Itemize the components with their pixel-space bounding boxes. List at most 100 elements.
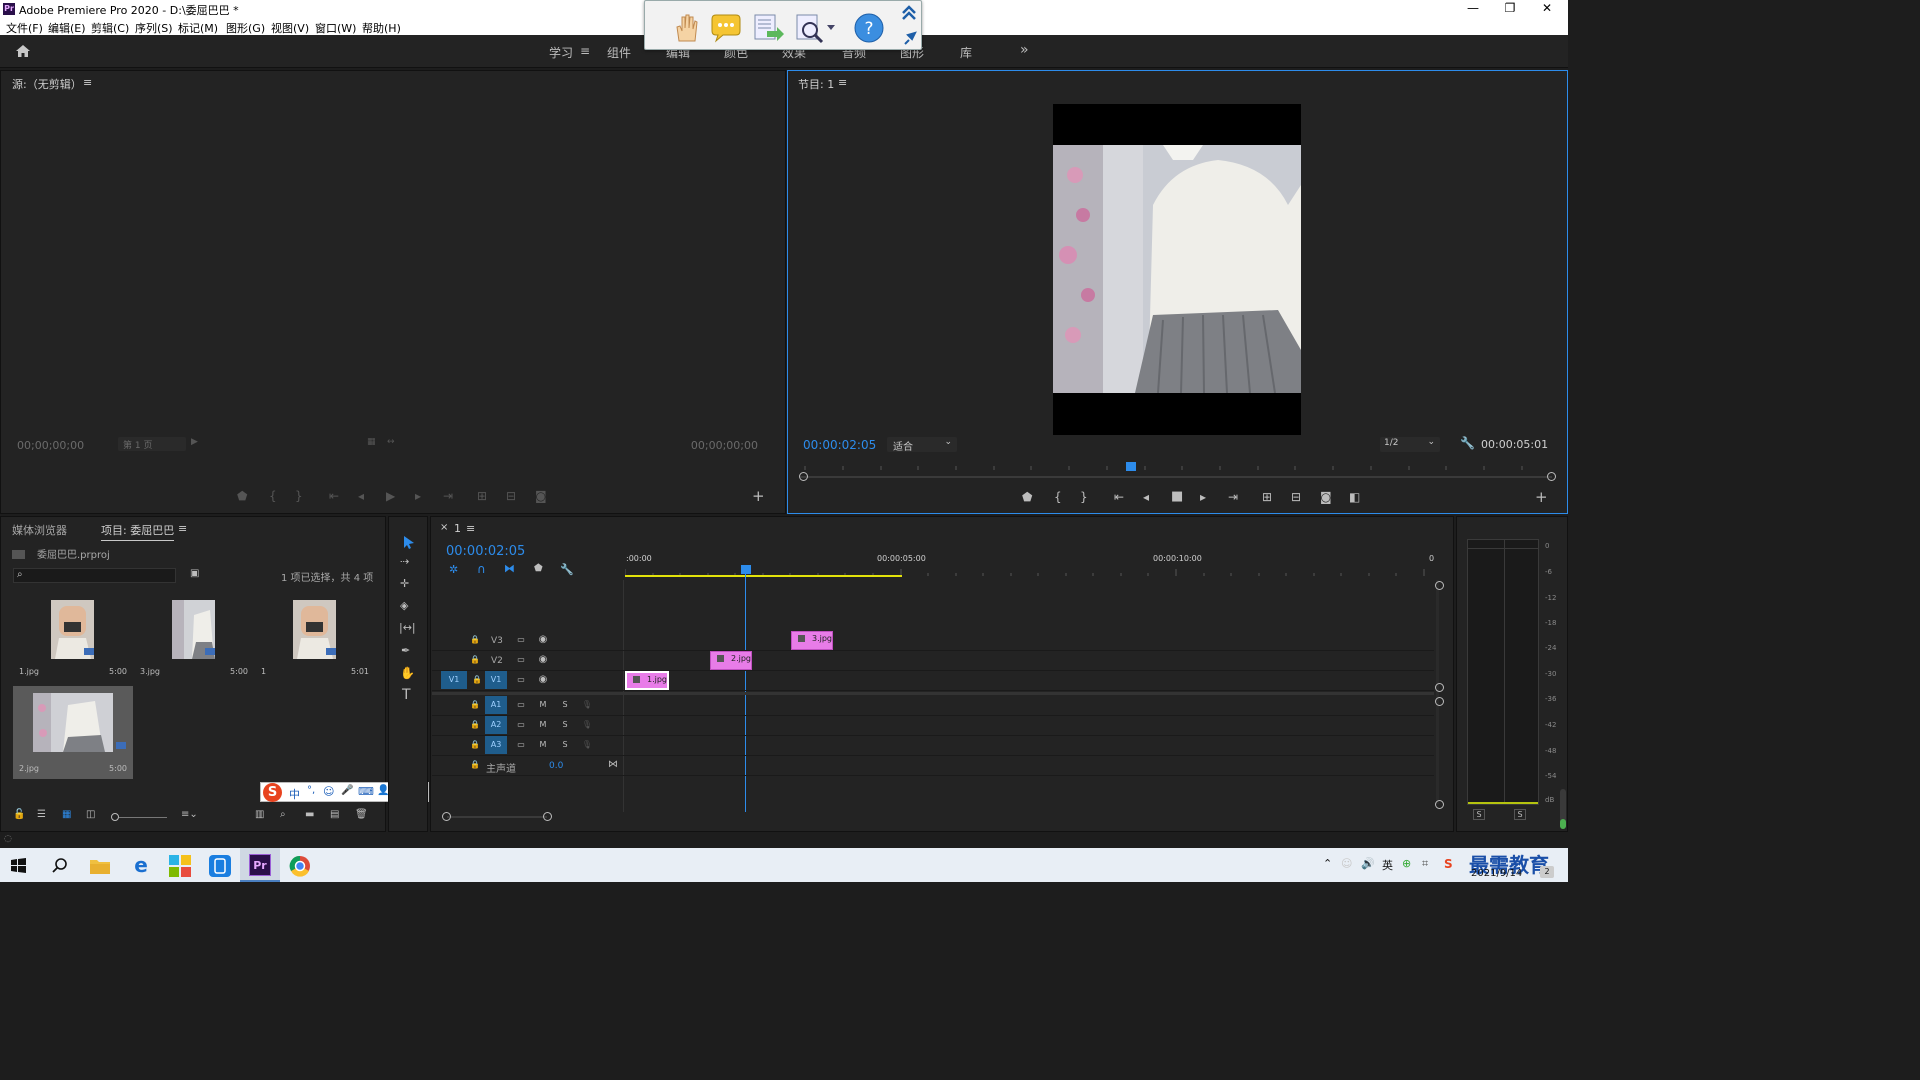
timeline-tab[interactable]: 1 bbox=[454, 522, 461, 535]
source-timecode-in[interactable]: 00;00;00;00 bbox=[17, 439, 84, 452]
mic-icon[interactable]: 🎙 bbox=[578, 736, 596, 754]
mute-button[interactable]: M bbox=[534, 716, 552, 734]
source-timecode-out[interactable]: 00;00;00;00 bbox=[691, 439, 758, 452]
timeline-playhead-handle[interactable] bbox=[741, 565, 751, 574]
program-add-marker-icon[interactable]: ⬟ bbox=[1022, 490, 1032, 504]
eye-icon[interactable]: ◉ bbox=[534, 631, 552, 649]
tray-chevron-up-icon[interactable]: ⌃ bbox=[1323, 857, 1332, 870]
program-add-button[interactable]: + bbox=[1535, 488, 1548, 506]
slip-tool-icon[interactable]: |↔| bbox=[399, 621, 416, 634]
source-drag-icon[interactable]: ↔ bbox=[387, 437, 395, 447]
menu-file[interactable]: 文件(F) bbox=[6, 20, 43, 36]
lock-icon[interactable]: 🔒 bbox=[466, 716, 484, 734]
sync-lock-icon[interactable]: ▭ bbox=[512, 651, 530, 669]
lock-icon[interactable]: 🔒 bbox=[466, 736, 484, 754]
lock-icon[interactable]: 🔒 bbox=[466, 756, 484, 774]
windows-start-icon[interactable] bbox=[11, 858, 26, 873]
program-step-back-icon[interactable]: ◂ bbox=[1143, 490, 1149, 504]
sync-lock-icon[interactable]: ▭ bbox=[512, 696, 530, 714]
vscroll-top-handle[interactable] bbox=[1435, 581, 1444, 590]
sync-lock-icon[interactable]: ▭ bbox=[512, 716, 530, 734]
automate-to-sequence-icon[interactable]: ▥ bbox=[255, 809, 264, 820]
taskbar-date[interactable]: 2021/9/14 bbox=[1471, 868, 1522, 879]
source-add-button[interactable]: + bbox=[752, 487, 765, 505]
program-step-forward-icon[interactable]: ▸ bbox=[1200, 490, 1206, 504]
program-stop-icon[interactable]: ■ bbox=[1171, 489, 1183, 504]
menu-clip[interactable]: 剪辑(C) bbox=[91, 20, 129, 36]
home-icon[interactable] bbox=[15, 44, 31, 58]
security-tray-icon[interactable]: ⊕ bbox=[1402, 857, 1411, 870]
hand-icon[interactable] bbox=[669, 11, 703, 45]
sogou-tray-icon[interactable]: S bbox=[1444, 857, 1453, 871]
eye-icon[interactable]: ◉ bbox=[534, 671, 552, 689]
ime-voice-icon[interactable]: 🎤 bbox=[341, 785, 353, 796]
track-label[interactable]: A3 bbox=[485, 736, 507, 754]
menu-window[interactable]: 窗口(W) bbox=[315, 20, 356, 36]
vscroll-audio-handle[interactable] bbox=[1435, 697, 1444, 706]
mute-button[interactable]: M bbox=[534, 696, 552, 714]
lock-icon[interactable]: 🔒 bbox=[466, 631, 484, 649]
ime-tray-icon[interactable]: 英 bbox=[1382, 857, 1393, 873]
clip-1jpg[interactable]: 1.jpg bbox=[625, 671, 670, 690]
vscroll-video-handle[interactable] bbox=[1435, 683, 1444, 692]
ime-chinese-mode[interactable]: 中 bbox=[289, 786, 300, 802]
tray-app-icon[interactable]: ☺ bbox=[1341, 857, 1352, 870]
program-timecode[interactable]: 00:00:02:05 bbox=[803, 438, 876, 452]
edge-browser-icon[interactable]: e bbox=[129, 853, 153, 877]
meter-scrollbar[interactable] bbox=[1560, 789, 1566, 829]
minimize-button[interactable]: — bbox=[1453, 0, 1493, 18]
source-step-forward-icon[interactable]: ▸ bbox=[415, 489, 421, 503]
source-step-back-icon[interactable]: ◂ bbox=[358, 489, 364, 503]
timeline-tab-close-icon[interactable]: × bbox=[440, 522, 448, 533]
icon-view-icon[interactable]: ▦ bbox=[62, 809, 71, 820]
source-play-icon[interactable]: ▶ bbox=[386, 489, 395, 503]
solo-button[interactable]: S bbox=[556, 696, 574, 714]
solo-button[interactable]: S bbox=[556, 716, 574, 734]
project-item-1jpg[interactable]: 1.jpg 5:00 bbox=[13, 593, 133, 679]
project-item-sequence-1[interactable]: 1 5:01 bbox=[255, 593, 375, 679]
help-icon[interactable]: ? bbox=[852, 11, 886, 45]
mute-button[interactable]: M bbox=[534, 736, 552, 754]
track-label[interactable]: A1 bbox=[485, 696, 507, 714]
source-goto-out-icon[interactable]: ⇥ bbox=[443, 489, 453, 503]
maximize-button[interactable]: ❐ bbox=[1490, 0, 1530, 18]
workspace-assembly[interactable]: 组件 bbox=[607, 44, 631, 61]
workspace-menu-icon[interactable]: ≡ bbox=[580, 44, 590, 58]
new-search-bin-icon[interactable]: ▣ bbox=[190, 568, 199, 579]
hand-tool-icon[interactable]: ✋ bbox=[400, 666, 415, 680]
timeline-horizontal-scrollbar[interactable] bbox=[447, 816, 547, 818]
premiere-taskbar-item[interactable]: Pr bbox=[240, 848, 280, 882]
ime-keyboard-icon[interactable]: ⌨ bbox=[358, 785, 374, 798]
project-search-input[interactable]: ⌕ bbox=[13, 568, 176, 583]
export-icon[interactable] bbox=[751, 11, 785, 45]
sync-lock-icon[interactable]: ▭ bbox=[512, 736, 530, 754]
type-tool-icon[interactable]: T bbox=[402, 687, 411, 703]
source-panel-menu-icon[interactable]: ≡ bbox=[83, 76, 92, 89]
file-explorer-icon[interactable] bbox=[90, 857, 110, 874]
program-ruler[interactable] bbox=[800, 462, 1552, 474]
workspace-libraries[interactable]: 库 bbox=[960, 44, 972, 61]
source-mark-out-icon[interactable]: } bbox=[295, 489, 303, 503]
hscroll-left-handle[interactable] bbox=[442, 812, 451, 821]
timeline-vertical-scrollbar[interactable] bbox=[1436, 580, 1439, 804]
pen-tool-icon[interactable]: ✒ bbox=[401, 644, 410, 657]
fit-select[interactable]: 适合 ⌄ bbox=[887, 437, 957, 453]
solo-button[interactable]: S bbox=[556, 736, 574, 754]
program-settings-wrench-icon[interactable]: 🔧 bbox=[1460, 436, 1475, 450]
lock-icon[interactable]: 🔒 bbox=[468, 671, 486, 689]
volume-icon[interactable]: 🔊 bbox=[1361, 857, 1375, 870]
vscroll-bottom-handle[interactable] bbox=[1435, 800, 1444, 809]
meter-scroll-thumb[interactable] bbox=[1560, 819, 1566, 829]
source-insert-icon[interactable]: ⊞ bbox=[477, 489, 487, 503]
program-zoom-left-handle[interactable] bbox=[799, 472, 808, 481]
menu-help[interactable]: 帮助(H) bbox=[362, 20, 401, 36]
page-next-icon[interactable]: ▶ bbox=[191, 437, 198, 447]
chrome-icon[interactable] bbox=[289, 855, 311, 877]
notification-badge[interactable]: 2 bbox=[1540, 866, 1554, 878]
source-export-frame-icon[interactable]: ◙ bbox=[535, 489, 547, 503]
clip-2jpg[interactable]: 2.jpg bbox=[710, 651, 753, 670]
sogou-logo-icon[interactable]: S bbox=[263, 783, 282, 802]
program-compare-icon[interactable]: ◧ bbox=[1349, 490, 1360, 504]
thumbnail-size-slider[interactable] bbox=[119, 817, 167, 818]
dropdown-arrow-icon[interactable] bbox=[827, 25, 835, 31]
